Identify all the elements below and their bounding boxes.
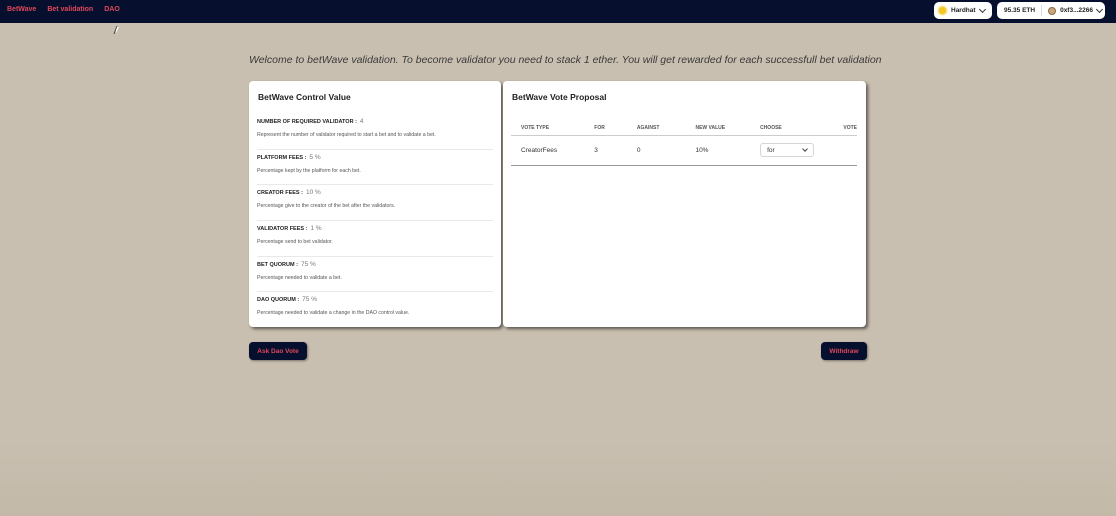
control-row-description: Percentage send to bet validator. [257, 239, 333, 246]
control-value-list: NUMBER OF REQUIRED VALIDATOR :4 Represen… [257, 114, 493, 328]
chevron-down-icon [802, 146, 808, 152]
control-row-value: 1 % [310, 225, 322, 233]
cell-new-value: 10% [685, 135, 751, 166]
wallet-address: 0xf3...2266 [1060, 7, 1093, 14]
wallet-balance: 95.35 ETH [1004, 7, 1036, 14]
control-row-value: 4 [359, 118, 364, 125]
table-row: CreatorFees 3 0 10% for [511, 135, 857, 166]
nav-link-dao[interactable]: DAO [104, 6, 120, 13]
column-header-choose: CHOOSE [750, 117, 834, 136]
column-header-new-value: NEW VALUE [685, 117, 751, 136]
column-header-vote-type: VOTE TYPE [511, 117, 585, 136]
control-row-label: CREATOR FEES :10 % [257, 189, 321, 196]
wallet-avatar-icon [1048, 6, 1057, 15]
control-row-label: VALIDATOR FEES :1 % [257, 225, 322, 232]
nav-link-bet-validation[interactable]: Bet validation [47, 6, 93, 13]
control-row-platform-fees: PLATFORM FEES :5 % Percentage kept by th… [257, 150, 493, 186]
nav-links: BetWave Bet validation DAO [7, 6, 120, 13]
cell-for: 3 [584, 135, 627, 166]
welcome-message: Welcome to betWave validation. To become… [249, 54, 882, 66]
nav-brand-betwave[interactable]: BetWave [7, 6, 36, 13]
control-value-title: BetWave Control Value [258, 92, 351, 102]
control-row-description: Represent the number of validator requir… [257, 132, 436, 138]
control-value-card: BetWave Control Value NUMBER OF REQUIRED… [249, 81, 501, 327]
control-row-value: 75 % [302, 296, 317, 304]
table-header-row: VOTE TYPE FOR AGAINST NEW VALUE CHOOSE V… [511, 117, 857, 136]
control-row-creator-fees: CREATOR FEES :10 % Percentage give to th… [257, 185, 493, 222]
control-row-label: DAO QUORUM :75 % [257, 296, 317, 303]
control-row-required-validator: NUMBER OF REQUIRED VALIDATOR :4 Represen… [257, 114, 493, 150]
vote-proposal-table: VOTE TYPE FOR AGAINST NEW VALUE CHOOSE V… [511, 117, 857, 166]
mouse-cursor-icon [116, 27, 119, 33]
top-navbar: BetWave Bet validation DAO Hardhat 95.35… [0, 0, 1116, 23]
control-row-label: NUMBER OF REQUIRED VALIDATOR :4 [257, 118, 364, 125]
row-label-text: CREATOR FEES : [257, 190, 303, 197]
row-label-text: NUMBER OF REQUIRED VALIDATOR : [257, 119, 357, 125]
row-label-text: PLATFORM FEES : [257, 154, 307, 161]
control-row-value: 10 % [305, 189, 321, 197]
choose-select[interactable]: for [760, 143, 815, 157]
control-row-description: Percentage needed to validate a bet. [257, 274, 342, 281]
withdraw-button[interactable]: Withdraw [821, 342, 867, 360]
wallet-button[interactable]: 95.35 ETH 0xf3...2266 [997, 2, 1105, 19]
vote-proposal-title: BetWave Vote Proposal [512, 92, 607, 102]
chevron-down-icon [1095, 5, 1104, 13]
row-label-text: DAO QUORUM : [257, 297, 300, 304]
cell-against: 0 [626, 135, 686, 166]
control-row-value: 75 % [300, 260, 316, 268]
chevron-down-icon [978, 5, 986, 13]
choose-select-value: for [767, 146, 775, 154]
control-row-value: 5 % [309, 153, 321, 161]
network-label: Hardhat [951, 7, 976, 14]
ask-dao-vote-button[interactable]: Ask Dao Vote [249, 342, 307, 360]
cell-vote-type: CreatorFees [511, 135, 585, 166]
column-header-against: AGAINST [626, 117, 686, 136]
vote-proposal-card: BetWave Vote Proposal VOTE TYPE FOR AGAI… [503, 81, 866, 327]
control-row-validator-fees: VALIDATOR FEES :1 % Percentage send to b… [257, 221, 493, 257]
wallet-divider [1041, 5, 1043, 16]
control-row-description: Percentage give to the creator of the be… [257, 203, 396, 210]
control-row-bet-quorum: BET QUORUM :75 % Percentage needed to va… [257, 257, 493, 293]
cell-vote [833, 135, 857, 166]
network-selector[interactable]: Hardhat [934, 2, 992, 19]
column-header-vote: VOTE [833, 117, 857, 136]
row-label-text: BET QUORUM : [257, 261, 298, 268]
row-label-text: VALIDATOR FEES : [257, 226, 308, 233]
column-header-for: FOR [584, 117, 627, 136]
control-row-label: BET QUORUM :75 % [257, 261, 316, 268]
control-row-description: Percentage needed to validate a change i… [257, 310, 410, 317]
control-row-description: Percentage kept by the platform for each… [257, 167, 361, 174]
control-row-dao-quorum: DAO QUORUM :75 % Percentage needed to va… [257, 292, 493, 328]
sun-icon [939, 7, 946, 14]
control-row-label: PLATFORM FEES :5 % [257, 154, 321, 161]
cell-choose: for [750, 135, 834, 166]
